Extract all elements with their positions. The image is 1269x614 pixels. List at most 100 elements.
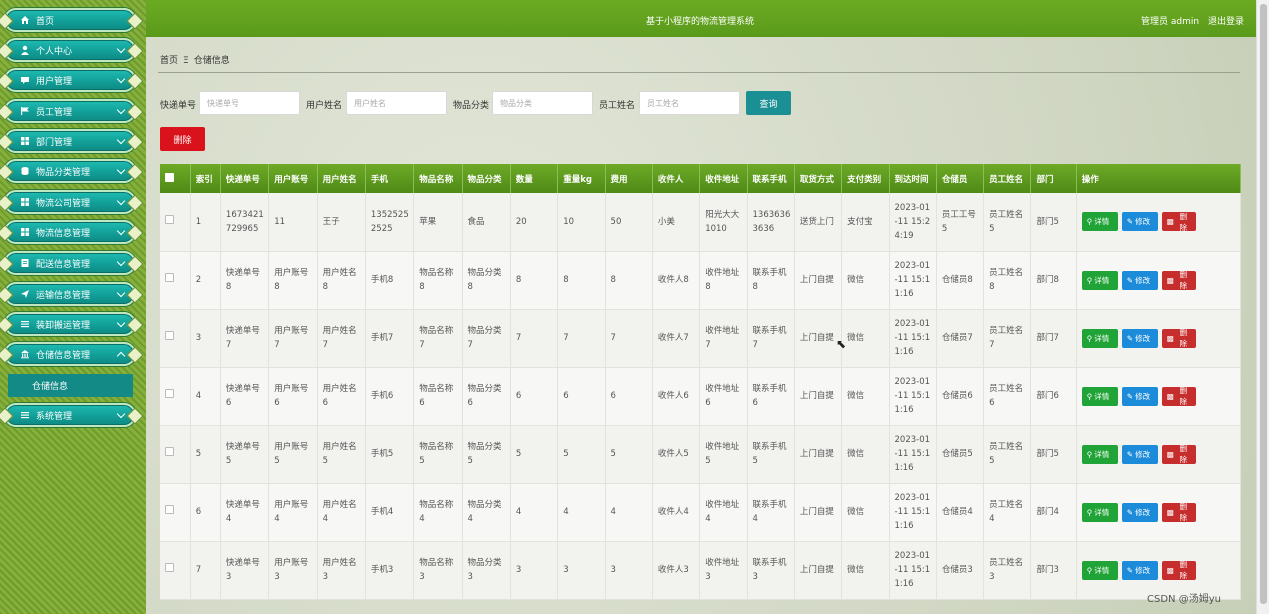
delete-label: 删除 xyxy=(1179,444,1188,464)
table-cell: 联系手机 5 xyxy=(747,425,795,484)
sidebar-item-logistics-companies[interactable]: 物流公司管理 xyxy=(4,190,136,214)
sidebar-item-warehouse-info[interactable]: 仓储信息管理 xyxy=(4,342,136,366)
row-checkbox[interactable] xyxy=(165,331,174,340)
user-area: 管理员 admin 退出登录 xyxy=(1135,14,1244,27)
delete-button[interactable]: ▩ 删除 xyxy=(1161,502,1196,522)
row-checkbox[interactable] xyxy=(165,214,174,224)
edit-button[interactable]: ✎ 修改 xyxy=(1121,328,1158,348)
select-all-checkbox[interactable] xyxy=(160,164,191,193)
detail-button[interactable]: ⚲ 详情 xyxy=(1081,444,1118,464)
search-input-username[interactable] xyxy=(346,91,447,115)
table-cell: 物品名称 4 xyxy=(413,483,463,542)
breadcrumb: 首页 Ξ 仓储信息 xyxy=(160,53,230,66)
bank-icon xyxy=(20,349,30,359)
row-checkbox[interactable] xyxy=(165,447,174,456)
table-cell: 微信 xyxy=(841,251,890,310)
sidebar-item-users[interactable]: 用户管理 xyxy=(4,68,136,92)
chevron-down-icon xyxy=(116,409,126,419)
table-cell: 微信 xyxy=(841,309,890,368)
chevron-down-icon xyxy=(116,257,126,267)
detail-button[interactable]: ⚲ 详情 xyxy=(1081,560,1118,580)
sidebar-item-delivery-info[interactable]: 配送信息管理 xyxy=(4,251,136,275)
logout-link[interactable]: 退出登录 xyxy=(1208,17,1244,27)
table-cell: 1673421 729965 xyxy=(220,193,270,252)
chevron-down-icon xyxy=(116,196,126,206)
table-cell: 2023-01 -11 15:1 1:16 xyxy=(889,367,937,426)
row-checkbox[interactable] xyxy=(165,273,174,282)
search-input-category[interactable] xyxy=(492,91,593,115)
delete-label: 删除 xyxy=(1179,328,1188,348)
table-cell: 食品 xyxy=(462,193,511,252)
search-input-tracking[interactable] xyxy=(199,91,300,115)
vertical-scrollbar[interactable] xyxy=(1256,0,1269,614)
edit-button[interactable]: ✎ 修改 xyxy=(1121,386,1158,406)
table-cell: 上门自提 xyxy=(794,251,843,310)
row-checkbox[interactable] xyxy=(165,505,174,514)
table-cell: 上门自提 xyxy=(794,367,843,426)
table-cell: 2023-01 -11 15:1 1:16 xyxy=(889,425,937,484)
table-cell: 1363636 3636 xyxy=(747,193,795,252)
sidebar-item-loading-handling[interactable]: 装卸搬运管理 xyxy=(4,312,136,336)
detail-button[interactable]: ⚲ 详情 xyxy=(1081,386,1118,406)
sidebar-item-item-categories[interactable]: 物品分类管理 xyxy=(4,159,136,183)
scrollbar-thumb[interactable] xyxy=(1260,4,1267,604)
table-cell: 2023-01 -11 15:1 1:16 xyxy=(889,483,937,542)
table-cell: 8 xyxy=(510,251,559,310)
detail-button[interactable]: ⚲ 详情 xyxy=(1081,328,1118,348)
edit-button[interactable]: ✎ 修改 xyxy=(1121,212,1158,232)
table-cell: 7 xyxy=(190,541,221,600)
table-cell: 1352525 2525 xyxy=(365,193,415,252)
delete-label: 删除 xyxy=(1179,386,1188,406)
delete-button[interactable]: ▩ 删除 xyxy=(1161,386,1196,406)
edit-label: 修改 xyxy=(1135,507,1151,517)
sidebar-item-logistics-info[interactable]: 物流信息管理 xyxy=(4,220,136,244)
row-checkbox[interactable] xyxy=(165,563,174,572)
edit-button[interactable]: ✎ 修改 xyxy=(1121,502,1158,522)
edit-button[interactable]: ✎ 修改 xyxy=(1121,270,1158,290)
detail-button[interactable]: ⚲ 详情 xyxy=(1081,270,1118,290)
breadcrumb-home[interactable]: 首页 xyxy=(160,56,178,66)
delete-button[interactable]: ▩ 删除 xyxy=(1161,560,1196,580)
sidebar-item-system[interactable]: 系统管理 xyxy=(4,403,136,427)
edit-button[interactable]: ✎ 修改 xyxy=(1121,444,1158,464)
table-cell: 微信 xyxy=(841,541,890,600)
search-icon: ⚲ xyxy=(1086,275,1093,285)
delete-button[interactable]: ▩ 删除 xyxy=(1161,444,1196,464)
table-cell: 3 xyxy=(190,309,221,368)
table-cell: 收件人5 xyxy=(652,425,701,484)
column-header: 索引 xyxy=(190,164,221,193)
grid-icon xyxy=(20,227,30,237)
batch-delete-button[interactable]: 删除 xyxy=(160,127,205,151)
sidebar-item-label: 部门管理 xyxy=(36,137,73,148)
sidebar-item-profile[interactable]: 个人中心 xyxy=(4,38,136,62)
sidebar-subitem-warehouse[interactable]: 仓储信息 xyxy=(8,374,133,397)
sidebar-item-departments[interactable]: 部门管理 xyxy=(4,129,136,153)
detail-button[interactable]: ⚲ 详情 xyxy=(1081,502,1118,522)
edit-label: 修改 xyxy=(1135,391,1151,401)
sidebar-item-staff[interactable]: 员工管理 xyxy=(4,99,136,123)
table-cell: 4 xyxy=(190,367,221,426)
column-header: 收件地址 xyxy=(699,164,748,193)
table-row: 2 快递单号 8 用户账号 8 用户姓名 8 手机8 物品名称 8 物品分类 8 8 8 8 收件人… xyxy=(160,251,1242,310)
detail-button[interactable]: ⚲ 详情 xyxy=(1081,212,1118,232)
edit-button[interactable]: ✎ 修改 xyxy=(1121,560,1158,580)
column-header: 联系手机 xyxy=(747,164,795,193)
table-cell: 联系手机 7 xyxy=(747,309,795,368)
pencil-icon: ✎ xyxy=(1126,333,1134,343)
search-icon: ⚲ xyxy=(1086,507,1093,517)
query-button[interactable]: 查询 xyxy=(746,91,791,115)
delete-button[interactable]: ▩ 删除 xyxy=(1161,328,1196,348)
delete-button[interactable]: ▩ 删除 xyxy=(1161,212,1196,232)
table-cell: 送货上门 xyxy=(794,193,843,252)
search-input-staff[interactable] xyxy=(639,91,740,115)
chevron-down-icon xyxy=(116,288,126,298)
table-cell: 快递单号 3 xyxy=(220,541,270,600)
sidebar-item-transport-info[interactable]: 运输信息管理 xyxy=(4,282,136,306)
table-cell: 物品分类 3 xyxy=(462,541,511,600)
column-header: 到达时间 xyxy=(889,164,937,193)
table-cell: 物品分类 6 xyxy=(462,367,511,426)
row-checkbox[interactable] xyxy=(165,389,174,398)
delete-button[interactable]: ▩ 删除 xyxy=(1161,270,1196,290)
sidebar-item-home[interactable]: 首页 xyxy=(4,8,136,32)
checkbox[interactable] xyxy=(165,172,174,182)
